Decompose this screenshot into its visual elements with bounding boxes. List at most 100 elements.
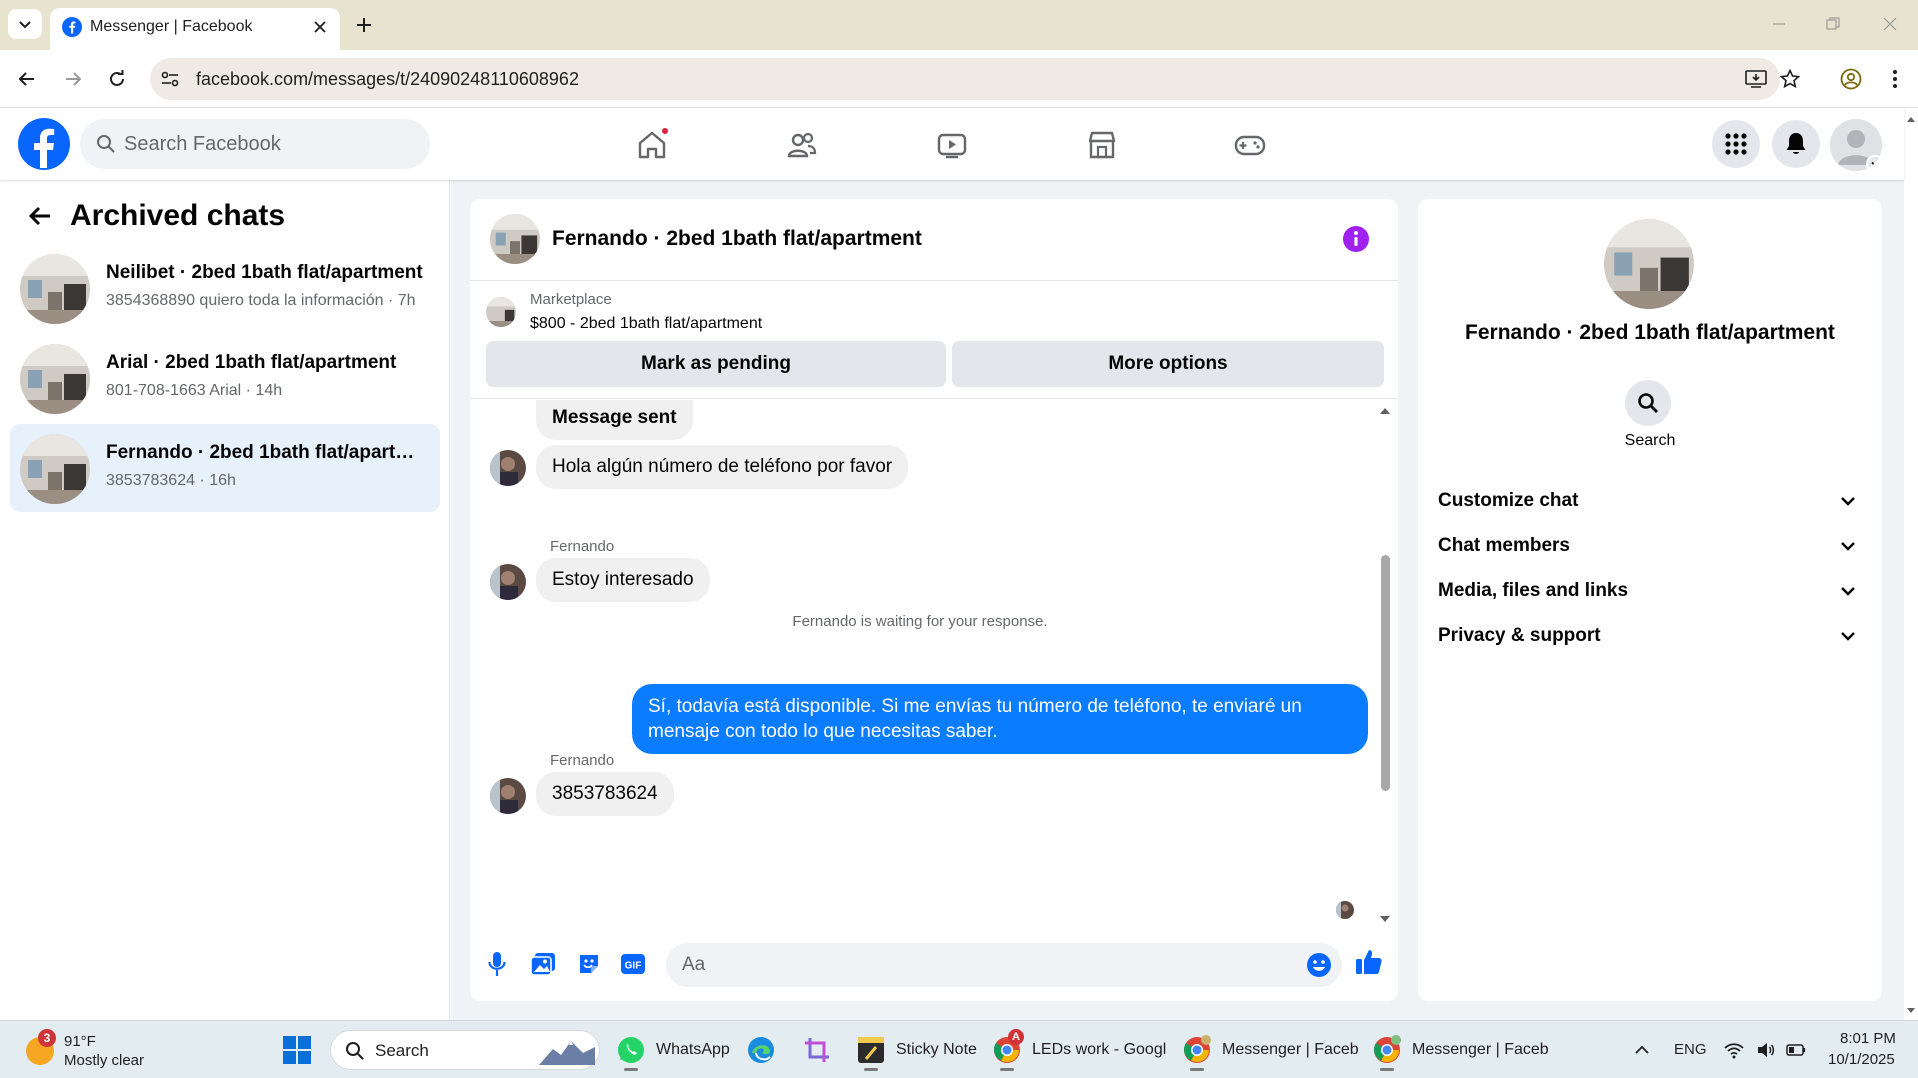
details-name: Fernando · 2bed 1bath flat/apartment — [1465, 321, 1835, 344]
chat-preview: 801-708-1663 Arial · 14h — [106, 382, 283, 399]
facebook-search[interactable] — [80, 119, 430, 169]
conversation-thumbnail-large[interactable] — [1604, 219, 1694, 309]
conversation-details-panel: Fernando · 2bed 1bath flat/apartment Sea… — [1418, 199, 1882, 1001]
conversation-scrollbar[interactable] — [1378, 405, 1392, 925]
chevron-down-icon — [19, 21, 31, 29]
restore-icon[interactable] — [1818, 12, 1848, 36]
sender-avatar[interactable] — [490, 450, 526, 486]
facebook-favicon-icon — [62, 17, 82, 37]
taskbar-app-whatsapp[interactable]: WhatsApp — [616, 1029, 730, 1071]
sender-name: Fernando — [550, 538, 615, 555]
grid-menu-icon — [1725, 133, 1747, 155]
reload-icon[interactable] — [102, 64, 132, 94]
taskbar-app-label: WhatsApp — [656, 1041, 730, 1058]
nav-marketplace[interactable] — [1052, 120, 1152, 170]
taskbar-app-snipping-tool[interactable] — [802, 1029, 842, 1071]
taskbar-app-chrome-leds[interactable]: A LEDs work - Googl — [992, 1029, 1166, 1071]
friends-icon — [787, 132, 817, 158]
account-avatar[interactable] — [1830, 119, 1882, 171]
section-label: Media, files and links — [1438, 580, 1629, 601]
taskbar-app-label: Messenger | Faceb — [1222, 1041, 1359, 1058]
section-media-files-links[interactable]: Media, files and links — [1426, 568, 1874, 614]
bookmark-star-icon[interactable] — [1778, 68, 1802, 90]
back-arrow-icon[interactable] — [22, 198, 58, 234]
sticker-icon[interactable] — [574, 949, 604, 979]
scroll-up-arrow-icon[interactable] — [1904, 112, 1918, 126]
nav-video[interactable] — [902, 120, 1002, 170]
forward-arrow-icon[interactable] — [58, 64, 88, 94]
search-in-conversation-button[interactable] — [1625, 380, 1671, 426]
facebook-logo-icon[interactable] — [18, 118, 70, 170]
sender-avatar[interactable] — [490, 778, 526, 814]
taskbar-search[interactable]: Search — [330, 1030, 600, 1070]
weather-widget[interactable]: 3 91°F Mostly clear — [18, 1029, 178, 1073]
gif-icon[interactable]: GIF — [618, 949, 648, 979]
incoming-message[interactable]: Hola algún número de teléfono por favor — [536, 445, 909, 489]
account-chevron-icon — [1866, 155, 1882, 171]
chat-list-item[interactable]: Arial · 2bed 1bath flat/apartment 801-70… — [10, 334, 440, 422]
chat-list-item[interactable]: Neilibet · 2bed 1bath flat/apartment 385… — [10, 244, 440, 332]
search-highlight-mountain-icon — [539, 1041, 595, 1065]
search-icon — [1638, 393, 1658, 413]
bell-icon — [1786, 133, 1806, 154]
listing-thumbnail — [20, 254, 90, 324]
tray-overflow-chevron-icon[interactable] — [1632, 1040, 1652, 1060]
info-icon[interactable] — [1342, 225, 1370, 253]
microphone-icon[interactable] — [482, 949, 512, 979]
wifi-icon[interactable] — [1724, 1040, 1744, 1060]
window-close-icon[interactable] — [1875, 12, 1905, 36]
new-tab-plus-icon[interactable] — [352, 13, 376, 37]
scroll-up-arrow-icon[interactable] — [1378, 405, 1392, 417]
taskbar-app-chrome-messenger-2[interactable]: Messenger | Faceb — [1372, 1029, 1549, 1071]
incoming-message[interactable]: Estoy interesado — [536, 558, 710, 602]
windows-start-icon[interactable] — [282, 1035, 312, 1065]
back-arrow-icon[interactable] — [12, 64, 42, 94]
outgoing-message[interactable]: Sí, todavía está disponible. Si me envía… — [632, 684, 1368, 754]
volume-icon[interactable] — [1756, 1040, 1776, 1060]
minimize-icon[interactable] — [1764, 12, 1794, 36]
scroll-down-arrow-icon[interactable] — [1378, 913, 1392, 925]
listing-title[interactable]: $800 - 2bed 1bath flat/apartment — [530, 315, 762, 333]
browser-tab-active[interactable]: Messenger | Facebook — [50, 8, 340, 50]
mark-as-pending-button[interactable]: Mark as pending — [486, 341, 946, 387]
section-label: Privacy & support — [1438, 625, 1601, 646]
browser-profile-icon[interactable] — [1836, 64, 1866, 94]
message-input[interactable] — [682, 943, 1282, 987]
tab-search-button[interactable] — [8, 9, 42, 39]
section-customize-chat[interactable]: Customize chat — [1426, 478, 1874, 524]
browser-menu-icon[interactable] — [1880, 64, 1910, 94]
notifications-button[interactable] — [1772, 120, 1820, 168]
listing-thumbnail — [20, 344, 90, 414]
taskbar-app-edge[interactable] — [746, 1029, 786, 1071]
conversation-title[interactable]: Fernando · 2bed 1bath flat/apartment — [552, 227, 922, 251]
scrollbar-thumb[interactable] — [1381, 555, 1390, 791]
clock-date[interactable]: 10/1/2025 — [1828, 1051, 1895, 1068]
taskbar-app-chrome-messenger-1[interactable]: Messenger | Faceb — [1182, 1029, 1359, 1071]
like-thumbs-up-icon[interactable] — [1354, 947, 1384, 977]
battery-icon[interactable] — [1786, 1040, 1806, 1060]
install-app-icon[interactable] — [1744, 68, 1768, 90]
section-chat-members[interactable]: Chat members — [1426, 523, 1874, 569]
facebook-search-input[interactable] — [124, 119, 414, 169]
menu-grid-button[interactable] — [1712, 120, 1760, 168]
taskbar-app-sticky-notes[interactable]: Sticky Note — [856, 1029, 977, 1071]
emoji-icon[interactable] — [1306, 952, 1332, 978]
address-bar[interactable]: facebook.com/messages/t/2409024811060896… — [150, 58, 1800, 100]
incoming-message[interactable]: 3853783624 — [536, 772, 674, 816]
chat-list-item-active[interactable]: Fernando · 2bed 1bath flat/apartment 385… — [10, 424, 440, 512]
nav-gaming[interactable] — [1200, 120, 1300, 170]
tab-close-icon[interactable] — [310, 17, 330, 37]
message-input-field[interactable] — [666, 943, 1342, 987]
scroll-down-arrow-icon[interactable] — [1904, 1004, 1918, 1018]
language-indicator[interactable]: ENG — [1674, 1041, 1707, 1058]
nav-friends[interactable] — [752, 120, 852, 170]
clock-time[interactable]: 8:01 PM — [1840, 1030, 1896, 1047]
site-settings-icon[interactable] — [160, 69, 180, 89]
page-scrollbar[interactable] — [1904, 108, 1918, 1020]
nav-home[interactable] — [602, 120, 702, 170]
photo-icon[interactable] — [528, 949, 558, 979]
conversation-thumbnail[interactable] — [490, 214, 540, 264]
sender-avatar[interactable] — [490, 564, 526, 600]
more-options-button[interactable]: More options — [952, 341, 1384, 387]
section-privacy-support[interactable]: Privacy & support — [1426, 613, 1874, 659]
